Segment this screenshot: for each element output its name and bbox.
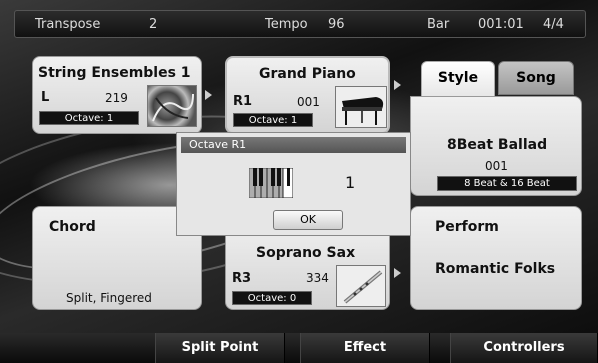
voice-name: Grand Piano: [259, 66, 356, 82]
voice-name: String Ensembles 1: [38, 65, 191, 81]
ok-button[interactable]: OK: [273, 210, 343, 230]
tempo-label: Tempo: [265, 17, 308, 32]
part-label: R1: [233, 94, 253, 109]
style-number: 001: [485, 159, 508, 173]
tab-style[interactable]: Style: [421, 61, 495, 97]
keyboard-icon: [248, 167, 294, 199]
screen: Transpose 2 Tempo 96 Bar 001:01 4/4 Stri…: [0, 0, 598, 363]
perform-title: Perform: [435, 219, 499, 235]
voice-number: 219: [105, 91, 128, 105]
perform-name: Romantic Folks: [435, 261, 556, 277]
octave-indicator: Octave: 0: [232, 291, 312, 305]
bottom-toolbar: Split Point Effect Controllers: [0, 333, 598, 363]
status-bar: Transpose 2 Tempo 96 Bar 001:01 4/4: [14, 10, 586, 38]
perform-card[interactable]: Perform Romantic Folks: [410, 206, 582, 310]
effect-button[interactable]: Effect: [300, 333, 430, 363]
time-signature: 4/4: [543, 17, 564, 32]
octave-value: 1: [345, 173, 356, 192]
split-point-button[interactable]: Split Point: [155, 333, 285, 363]
dialog-title: Octave R1: [181, 137, 406, 153]
voice-number: 001: [297, 95, 320, 109]
tempo-value[interactable]: 96: [328, 17, 345, 32]
octave-indicator: Octave: 1: [233, 113, 313, 127]
part-label: L: [41, 90, 50, 105]
style-name: 8Beat Ballad: [447, 137, 548, 153]
left-voice-card[interactable]: String Ensembles 1 L 219 Octave: 1: [32, 56, 202, 134]
bar-value: 001:01: [478, 17, 524, 32]
arrow-icon: [394, 268, 401, 278]
right1-voice-card[interactable]: Grand Piano R1 001 Octave: 1: [225, 56, 390, 134]
arrow-icon: [394, 80, 401, 90]
style-card[interactable]: 8Beat Ballad 001 8 Beat & 16 Beat: [410, 96, 582, 196]
grand-piano-image: [335, 86, 387, 128]
chord-mode: Split, Fingered: [66, 291, 152, 305]
style-category: 8 Beat & 16 Beat: [437, 176, 577, 191]
controllers-button[interactable]: Controllers: [450, 333, 598, 363]
transpose-value[interactable]: 2: [149, 17, 157, 32]
soprano-sax-image: [336, 265, 386, 307]
chord-title: Chord: [49, 219, 96, 235]
tab-song[interactable]: Song: [498, 61, 574, 95]
bar-label: Bar: [427, 17, 450, 32]
transpose-label: Transpose: [35, 17, 101, 32]
part-label: R3: [232, 271, 252, 286]
voice-name: Soprano Sax: [256, 245, 356, 261]
strings-image: [147, 85, 197, 127]
octave-indicator: Octave: 1: [39, 111, 139, 125]
octave-dialog: Octave R1 1 OK: [176, 132, 411, 236]
arrow-icon: [205, 90, 212, 100]
voice-number: 334: [306, 271, 329, 285]
